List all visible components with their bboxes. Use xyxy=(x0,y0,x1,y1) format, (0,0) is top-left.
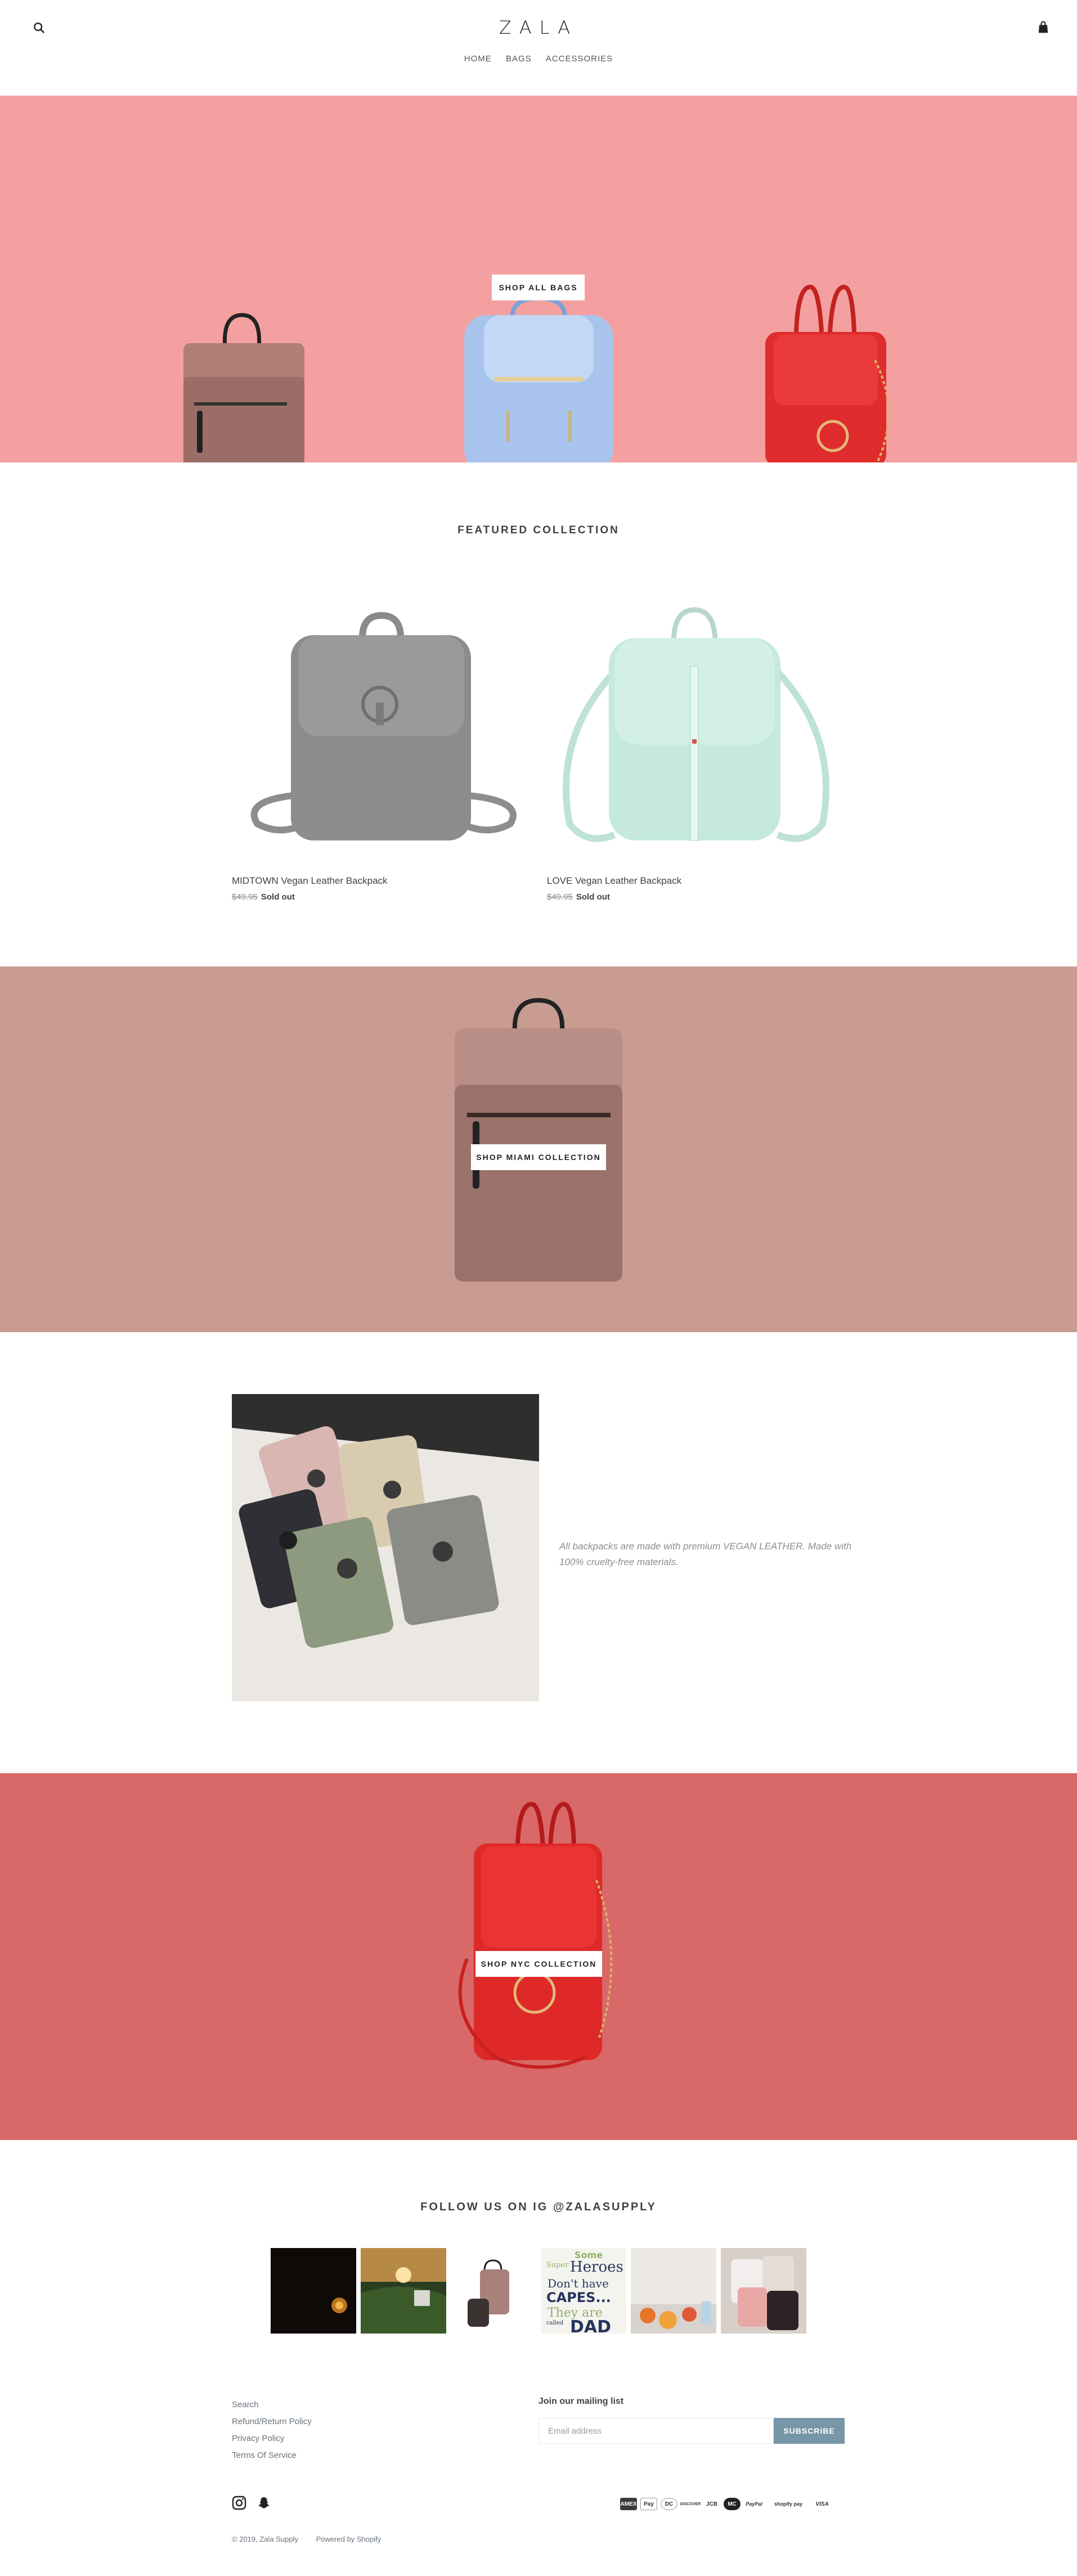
main-nav: HOME BAGS ACCESSORIES xyxy=(0,54,1077,64)
midtown-backpack-image[interactable] xyxy=(232,604,530,863)
paypal-icon: PayPal xyxy=(746,2501,762,2507)
instagram-title: FOLLOW US ON IG @ZALASUPPLY xyxy=(420,2201,657,2213)
nav-home[interactable]: HOME xyxy=(464,54,492,64)
footer-link-privacy-policy[interactable]: Privacy Policy xyxy=(232,2430,312,2447)
visa-icon: VISA xyxy=(815,2501,829,2507)
instagram-icon[interactable] xyxy=(232,2496,246,2510)
love-backpack-image[interactable] xyxy=(547,604,845,863)
instagram-post[interactable] xyxy=(721,2248,806,2334)
nav-bags[interactable]: BAGS xyxy=(506,54,532,64)
product-price: $49.95 Sold out xyxy=(547,892,610,902)
product-price: $49.95 Sold out xyxy=(232,892,295,902)
quote-line: Super xyxy=(546,2261,569,2269)
footer-link-search[interactable]: Search xyxy=(232,2397,312,2413)
instagram-post[interactable] xyxy=(451,2248,536,2334)
product-name[interactable]: MIDTOWN Vegan Leather Backpack xyxy=(232,875,388,887)
quote-line: called xyxy=(546,2320,564,2326)
footer-link-terms[interactable]: Terms Of Service xyxy=(232,2447,312,2464)
quote-line: Don't have xyxy=(548,2277,609,2290)
email-field[interactable] xyxy=(538,2418,774,2444)
social-links xyxy=(232,2496,279,2510)
nav-accessories[interactable]: ACCESSORIES xyxy=(546,54,613,64)
jcb-icon: JCB xyxy=(706,2501,717,2507)
site-header: ZALA HOME BAGS ACCESSORIES xyxy=(0,0,1077,96)
cart-icon[interactable] xyxy=(1035,19,1051,36)
footer-links: Search Refund/Return Policy Privacy Poli… xyxy=(232,2397,312,2464)
mastercard-icon: MC xyxy=(724,2498,741,2510)
snapchat-icon[interactable] xyxy=(257,2496,271,2510)
sold-out-label: Sold out xyxy=(261,892,295,902)
subscribe-button[interactable]: SUBSCRIBE xyxy=(774,2418,845,2444)
blue-backpack-image xyxy=(464,295,613,462)
sold-out-label: Sold out xyxy=(576,892,610,902)
quote-line: DAD xyxy=(570,2317,611,2334)
featured-collection-title: FEATURED COLLECTION xyxy=(457,524,620,536)
nyc-collection-banner: SHOP NYC COLLECTION xyxy=(0,1773,1077,2140)
diners-club-icon: DC xyxy=(661,2498,677,2510)
quote-line: CAPES... xyxy=(546,2290,611,2305)
about-backpacks-image xyxy=(232,1394,539,1701)
instagram-feed: Some Super Heroes Don't have CAPES... Th… xyxy=(271,2248,806,2334)
apple-pay-icon: Pay xyxy=(640,2498,657,2510)
instagram-post[interactable] xyxy=(631,2248,716,2334)
mailing-list-title: Join our mailing list xyxy=(538,2397,624,2406)
brown-backpack-image xyxy=(183,313,304,462)
instagram-post[interactable] xyxy=(271,2248,356,2334)
payment-icons: AMEX Pay DC DISCOVER JCB MC PayPal shopi… xyxy=(620,2498,845,2511)
miami-collection-banner: SHOP MIAMI COLLECTION xyxy=(0,966,1077,1332)
instagram-post[interactable] xyxy=(361,2248,446,2334)
footer-link-refund-policy[interactable]: Refund/Return Policy xyxy=(232,2413,312,2430)
product-name[interactable]: LOVE Vegan Leather Backpack xyxy=(547,875,681,887)
site-logo[interactable]: ZALA xyxy=(0,17,1077,38)
about-description: All backpacks are made with premium VEGA… xyxy=(559,1541,852,1567)
regular-price: $49.95 xyxy=(232,892,258,902)
discover-icon: DISCOVER xyxy=(680,2502,701,2506)
amex-icon: AMEX xyxy=(620,2498,637,2510)
shop-nyc-collection-button[interactable]: SHOP NYC COLLECTION xyxy=(475,1951,602,1977)
regular-price: $49.95 xyxy=(547,892,573,902)
hero-banner: SHOP ALL BAGS xyxy=(0,96,1077,462)
copyright: © 2019, Zala Supply Powered by Shopify xyxy=(232,2535,397,2543)
shopify-pay-icon: shopify pay xyxy=(774,2501,802,2507)
red-backpack-image xyxy=(765,284,890,462)
shop-all-bags-button[interactable]: SHOP ALL BAGS xyxy=(492,275,585,300)
copyright-text: © 2019, Zala Supply xyxy=(232,2535,298,2543)
quote-line: Heroes xyxy=(570,2259,623,2276)
instagram-post[interactable]: Some Super Heroes Don't have CAPES... Th… xyxy=(541,2248,626,2334)
powered-by-shopify-link[interactable]: Powered by Shopify xyxy=(316,2535,382,2543)
shop-miami-collection-button[interactable]: SHOP MIAMI COLLECTION xyxy=(471,1144,606,1170)
